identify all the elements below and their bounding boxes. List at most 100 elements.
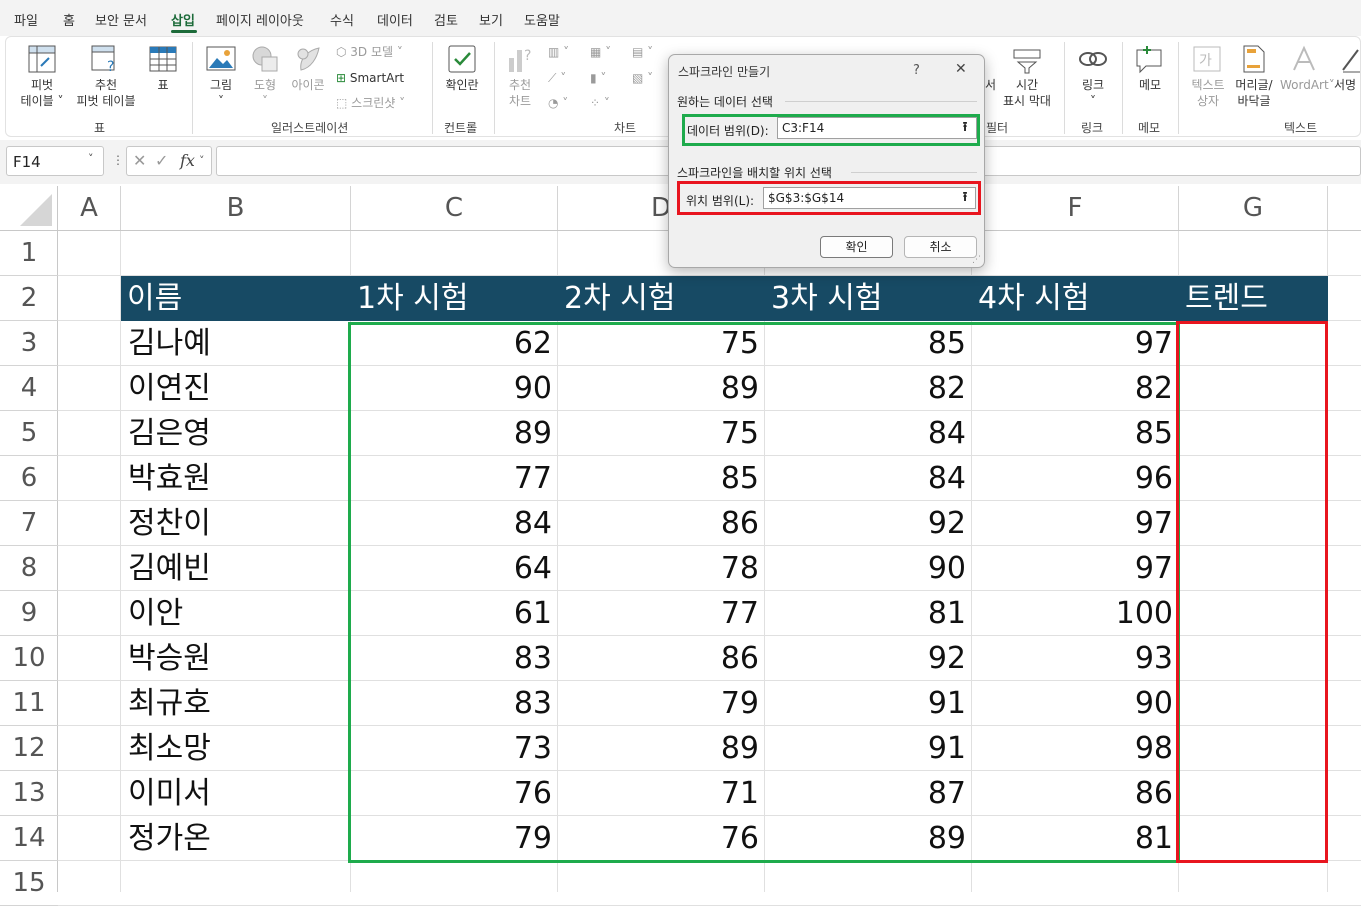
row-header[interactable]: 7 [0,501,58,546]
cell-name[interactable]: 박효원 [121,456,351,501]
tab-file[interactable]: 파일 [14,10,38,29]
3d-model-label: 3D 모델 [350,45,394,59]
tab-page-layout[interactable]: 페이지 레이아웃 [216,10,304,29]
hierarchy-chart-button[interactable]: ▦ ˅ [590,44,611,60]
help-icon[interactable]: ? [913,63,920,78]
name-box-chevron-down-icon[interactable]: ˅ [88,152,94,165]
location-section-label: 스파크라인을 배치할 위치 선택 [677,166,832,180]
select-all-corner-icon[interactable] [0,186,58,231]
shapes-button[interactable]: 도형 ˅ [248,77,282,109]
cell-name[interactable]: 김은영 [121,411,351,456]
tab-home[interactable]: 홈 [63,10,75,29]
column-header-c[interactable]: C [351,186,558,231]
checkbox-button[interactable]: 확인란 [440,77,484,93]
column-header-b[interactable]: B [121,186,351,231]
section-divider [851,172,977,173]
tab-formulas[interactable]: 수식 [330,10,354,29]
ok-button[interactable]: 확인 [820,236,893,258]
cell-name[interactable]: 이안 [121,591,351,636]
tab-review[interactable]: 검토 [434,10,458,29]
row-header[interactable]: 8 [0,546,58,591]
smartart-icon: ⊞ [336,71,350,85]
recommended-pivot-button[interactable]: 추천 피벗 테이블 [72,77,140,109]
cell-name[interactable]: 정찬이 [121,501,351,546]
slicer-partial-label[interactable]: 서 [985,77,996,93]
group-label-links: 링크 [1081,121,1104,135]
combo-chart-button[interactable]: ▧ ˅ [632,70,653,86]
group-label-table: 표 [94,121,106,135]
tab-view[interactable]: 보기 [479,10,503,29]
row-header[interactable]: 14 [0,816,58,861]
column-chart-button[interactable]: ▥ ˅ [548,44,569,60]
cancel-button[interactable]: 취소 [904,236,977,258]
timeline-button[interactable]: 시간 표시 막대 [998,77,1056,109]
cell-name[interactable]: 김예빈 [121,546,351,591]
pie-chart-button[interactable]: ◔ ˅ [548,95,568,111]
signature-button[interactable]: 서명 [1334,77,1361,93]
cell-name[interactable]: 김나예 [121,321,351,366]
cell-name[interactable]: 정가온 [121,816,351,861]
cell-name[interactable]: 최소망 [121,726,351,771]
recommended-charts-icon: ? [509,48,531,72]
cell-name[interactable]: 박승원 [121,636,351,681]
row-header[interactable]: 6 [0,456,58,501]
header-trend[interactable]: 트렌드 [1179,276,1268,321]
column-header-g[interactable]: G [1179,186,1328,231]
link-button[interactable]: 링크 ˅ [1076,77,1110,109]
textbox-button[interactable]: 텍스트 상자 [1186,77,1230,109]
header-footer-button[interactable]: 머리글/바닥글 [1232,77,1276,109]
row-header[interactable]: 12 [0,726,58,771]
row-header[interactable]: 9 [0,591,58,636]
pivot-table-button[interactable]: 피벗 테이블 ˅ [18,77,66,109]
smartart-button[interactable]: ⊞ SmartArt [336,70,404,86]
header-exam-4[interactable]: 4차 시험 [972,276,1089,321]
cell-name[interactable]: 이미서 [121,771,351,816]
tab-insert[interactable]: 삽입 [171,10,195,29]
row-header[interactable]: 1 [0,231,58,276]
row-header[interactable]: 15 [0,861,58,906]
screenshot-button[interactable]: ⬚ 스크린샷 ˅ [336,95,405,111]
data-range-highlight [348,322,1180,863]
row-header[interactable]: 10 [0,636,58,681]
resize-grip-icon[interactable]: ⋰ [972,255,981,265]
header-exam-3[interactable]: 3차 시험 [765,276,882,321]
pivot-table-label-2: 테이블 ˅ [20,94,64,108]
confirm-entry-icon[interactable]: ✓ [155,151,168,170]
recommended-charts-button[interactable]: 추천 차트 [500,77,540,109]
row-header[interactable]: 4 [0,366,58,411]
column-header-a[interactable]: A [58,186,121,231]
3d-model-button[interactable]: ⬡ 3D 모델 ˅ [336,44,403,60]
row-header[interactable]: 13 [0,771,58,816]
line-chart-button[interactable]: ⟋ ˅ [548,70,566,86]
row-header[interactable]: 3 [0,321,58,366]
tab-data[interactable]: 데이터 [377,10,413,29]
column-header-h[interactable] [1328,186,1361,231]
memo-button[interactable]: 메모 [1130,77,1170,93]
formula-bar-grip-icon: ⋮ [112,153,124,167]
tab-secure-document[interactable]: 보안 문서 [95,10,147,29]
cell-name[interactable]: 최규호 [121,681,351,726]
row-header[interactable]: 5 [0,411,58,456]
column-header-f[interactable]: F [972,186,1179,231]
header-exam-2[interactable]: 2차 시험 [558,276,675,321]
icons-button[interactable]: 아이콘 [288,77,328,93]
table-button[interactable]: 표 [148,77,178,93]
timeline-label-2: 표시 막대 [1003,94,1051,108]
wordart-button[interactable]: WordArt˅ [1280,77,1335,93]
group-label-memo: 메모 [1138,121,1161,135]
scatter-chart-button[interactable]: ⁘ ˅ [590,95,610,111]
close-icon[interactable]: ✕ [955,61,967,77]
row-header[interactable]: 2 [0,276,58,321]
picture-icon [206,46,236,71]
tab-help[interactable]: 도움말 [524,10,560,29]
row-header[interactable]: 11 [0,681,58,726]
stats-chart-button[interactable]: ▤ ˅ [632,44,653,60]
header-exam-1[interactable]: 1차 시험 [351,276,468,321]
insert-function-button[interactable]: fx [180,151,195,170]
bar-chart-button[interactable]: ▮ ˅ [590,70,606,86]
cell-name[interactable]: 이연진 [121,366,351,411]
insert-function-chevron-icon[interactable]: ˅ [199,154,205,167]
cancel-entry-icon[interactable]: ✕ [133,151,146,170]
header-name[interactable]: 이름 [121,276,182,321]
picture-button[interactable]: 그림 ˅ [203,77,239,109]
